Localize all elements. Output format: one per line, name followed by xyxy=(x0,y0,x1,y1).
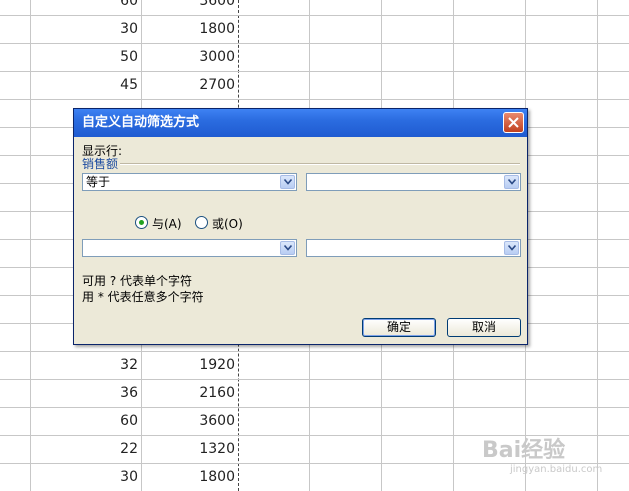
watermark: Bai经验 jingyan.baidu.com xyxy=(476,430,624,486)
condition1-value-select[interactable] xyxy=(306,173,521,191)
condition2-value-select[interactable] xyxy=(306,239,521,257)
cell-quantity[interactable]: 50 xyxy=(32,43,138,71)
dialog-titlebar[interactable]: 自定义自动筛选方式 xyxy=(74,109,527,137)
and-radio-label[interactable]: 与(A) xyxy=(152,215,182,232)
custom-autofilter-dialog: 自定义自动筛选方式 显示行: 销售额 等于 与(A) 或(O) 可用 ? 代表单… xyxy=(73,108,528,345)
chevron-down-icon xyxy=(508,179,516,185)
watermark-url: jingyan.baidu.com xyxy=(510,464,603,475)
row-line xyxy=(0,99,629,100)
radio-selected-dot xyxy=(139,220,144,225)
watermark-brand: Bai经验 xyxy=(482,438,566,463)
cell-quantity[interactable]: 30 xyxy=(32,15,138,43)
column-line xyxy=(30,0,31,491)
or-radio[interactable] xyxy=(195,216,208,229)
group-divider xyxy=(120,163,520,165)
cell-amount[interactable]: 1800 xyxy=(143,15,235,43)
chevron-down-icon xyxy=(508,245,516,251)
dropdown-button[interactable] xyxy=(504,241,519,255)
cell-amount[interactable]: 2700 xyxy=(143,71,235,99)
column-line xyxy=(597,0,598,491)
condition2-operator-select[interactable] xyxy=(82,239,297,257)
cell-quantity[interactable]: 32 xyxy=(32,351,138,379)
cell-amount[interactable]: 3600 xyxy=(143,0,235,15)
cancel-button[interactable]: 取消 xyxy=(447,318,521,337)
cell-amount[interactable]: 1920 xyxy=(143,351,235,379)
cell-amount[interactable]: 3600 xyxy=(143,407,235,435)
cell-quantity[interactable]: 60 xyxy=(32,0,138,15)
cell-quantity[interactable]: 45 xyxy=(32,71,138,99)
condition1-operator-value: 等于 xyxy=(86,175,111,189)
chevron-down-icon xyxy=(284,245,292,251)
and-radio[interactable] xyxy=(135,216,148,229)
cell-quantity[interactable]: 30 xyxy=(32,463,138,491)
dialog-title: 自定义自动筛选方式 xyxy=(82,115,200,130)
cell-amount[interactable]: 3000 xyxy=(143,43,235,71)
or-radio-label[interactable]: 或(O) xyxy=(212,215,243,232)
cell-quantity[interactable]: 36 xyxy=(32,379,138,407)
hint-single-char: 可用 ? 代表单个字符 xyxy=(82,274,192,288)
chevron-down-icon xyxy=(284,179,292,185)
cell-amount[interactable]: 2160 xyxy=(143,379,235,407)
ok-button[interactable]: 确定 xyxy=(362,318,436,337)
hint-multi-char: 用 * 代表任意多个字符 xyxy=(82,290,204,304)
close-button[interactable] xyxy=(503,112,524,133)
cell-quantity[interactable]: 60 xyxy=(32,407,138,435)
cell-amount[interactable]: 1800 xyxy=(143,463,235,491)
condition1-operator-select[interactable]: 等于 xyxy=(82,173,297,191)
dropdown-button[interactable] xyxy=(280,241,295,255)
dropdown-button[interactable] xyxy=(280,175,295,189)
field-name-label: 销售额 xyxy=(82,157,119,171)
dropdown-button[interactable] xyxy=(504,175,519,189)
cell-amount[interactable]: 1320 xyxy=(143,435,235,463)
close-icon xyxy=(508,117,519,128)
cell-quantity[interactable]: 22 xyxy=(32,435,138,463)
